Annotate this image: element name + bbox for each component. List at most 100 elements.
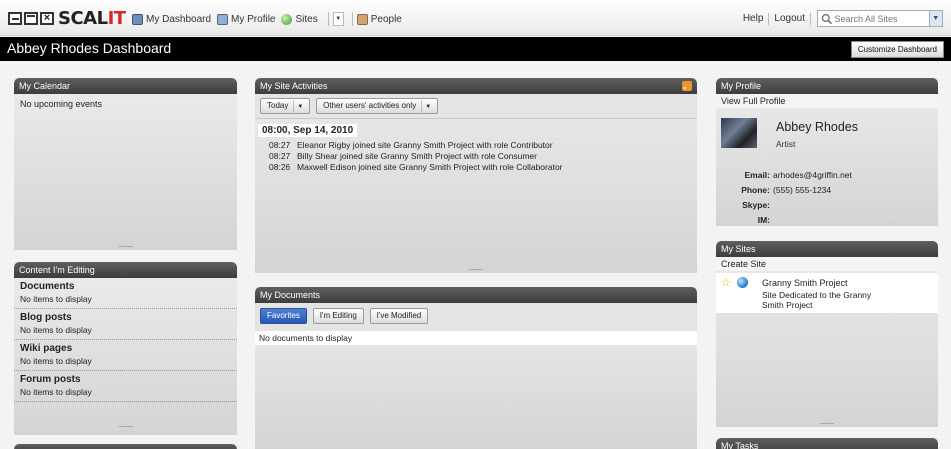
profile-field-label: Phone: bbox=[741, 185, 770, 195]
tab-im-editing[interactable]: I'm Editing bbox=[312, 308, 364, 324]
customize-dashboard-button[interactable]: Customize Dashboard bbox=[850, 41, 944, 58]
activities-range-label: Today bbox=[267, 101, 289, 110]
editing-section-heading: Documents bbox=[20, 281, 75, 292]
editing-section-blog-posts: Blog posts No items to display bbox=[14, 309, 237, 340]
site-globe-icon bbox=[737, 277, 748, 288]
rss-feed-icon[interactable] bbox=[682, 81, 692, 91]
partial-dashlet-header bbox=[14, 444, 237, 449]
logo-close-glyph: × bbox=[40, 11, 54, 25]
search-input[interactable] bbox=[832, 13, 929, 24]
activity-item: 08:27 Eleanor Rigby joined site Granny Sm… bbox=[255, 140, 697, 151]
my-calendar-dashlet: My Calendar No upcoming events bbox=[14, 78, 237, 250]
profile-field-label: Skype: bbox=[742, 200, 770, 210]
activity-text[interactable]: Billy Shear joined site Granny Smith Pro… bbox=[297, 151, 537, 161]
dashlet-resize-handle[interactable] bbox=[820, 423, 834, 424]
editing-section-status: No items to display bbox=[20, 356, 92, 366]
page-title: Abbey Rhodes Dashboard bbox=[7, 40, 172, 56]
dashlet-resize-handle[interactable] bbox=[118, 246, 133, 247]
nav-sites[interactable]: Sites bbox=[281, 13, 318, 25]
profile-field-label: Email: bbox=[744, 170, 770, 180]
help-link[interactable]: Help bbox=[743, 13, 764, 24]
nav-my-profile[interactable]: My Profile bbox=[217, 13, 276, 25]
logout-link[interactable]: Logout bbox=[774, 13, 805, 24]
editing-section-status: No items to display bbox=[20, 387, 92, 397]
nav-people-label: People bbox=[370, 13, 402, 25]
nav-people[interactable]: People bbox=[356, 13, 402, 25]
activities-user-filter-label: Other users' activities only bbox=[323, 101, 417, 110]
activities-range-dropdown[interactable]: Today ▼ bbox=[260, 98, 311, 114]
profile-im-row: IM: bbox=[726, 213, 852, 226]
activity-text[interactable]: Eleanor Rigby joined site Granny Smith P… bbox=[297, 140, 553, 150]
search-scope-dropdown[interactable]: ▼ bbox=[928, 11, 942, 26]
my-profile-dashlet: My Profile View Full Profile Abbey Rhode… bbox=[716, 78, 938, 226]
partial-dashlet-bottom-left bbox=[14, 444, 237, 449]
logo-wordmark-prefix: SCAL bbox=[58, 7, 108, 29]
activity-text[interactable]: Maxwell Edison joined site Granny Smith … bbox=[297, 162, 563, 172]
tab-ive-modified[interactable]: I've Modified bbox=[369, 308, 429, 324]
nav-my-profile-label: My Profile bbox=[231, 13, 276, 25]
avatar bbox=[721, 118, 757, 148]
tab-favorites[interactable]: Favorites bbox=[260, 308, 307, 324]
site-activities-dashlet: My Site Activities Today ▼ Other users' a… bbox=[255, 78, 697, 273]
chevron-down-icon: ▼ bbox=[932, 15, 940, 22]
content-editing-title: Content I'm Editing bbox=[14, 262, 237, 278]
editing-section-forum-posts: Forum posts No items to display bbox=[14, 371, 237, 402]
activity-time: 08:27 bbox=[269, 140, 291, 150]
profile-phone-row: Phone: (555) 555-1234 bbox=[726, 183, 852, 198]
search-icon bbox=[821, 13, 833, 24]
site-activities-title: My Site Activities bbox=[255, 78, 697, 94]
chevron-down-icon: ▼ bbox=[293, 100, 303, 114]
editing-section-heading: Wiki pages bbox=[20, 343, 73, 354]
dashlet-resize-handle[interactable] bbox=[118, 426, 133, 427]
nav-separator bbox=[810, 12, 811, 25]
sites-dropdown-button[interactable]: ▼ bbox=[332, 12, 344, 26]
app-nav: My Dashboard My Profile Sites ▼ People bbox=[132, 12, 408, 26]
dashboard-title-bar: Abbey Rhodes Dashboard Customize Dashboa… bbox=[0, 37, 951, 61]
my-tasks-dashlet: My Tasks bbox=[716, 438, 938, 449]
nav-my-dashboard[interactable]: My Dashboard bbox=[132, 13, 212, 25]
chevron-down-icon: ▼ bbox=[335, 16, 342, 22]
activity-time: 08:27 bbox=[269, 151, 291, 161]
editing-section-heading: Blog posts bbox=[20, 312, 72, 323]
content-editing-dashlet: Content I'm Editing Documents No items t… bbox=[14, 262, 237, 435]
dashlet-resize-handle[interactable] bbox=[469, 269, 483, 270]
activity-item: 08:27 Billy Shear joined site Granny Smit… bbox=[255, 151, 697, 162]
logo-maximize-glyph bbox=[24, 11, 38, 25]
create-site-link[interactable]: Create Site bbox=[716, 257, 938, 271]
activities-filter-bar: Today ▼ Other users' activities only ▼ bbox=[255, 94, 697, 119]
profile-icon bbox=[217, 13, 229, 25]
editing-section-wiki-pages: Wiki pages No items to display bbox=[14, 340, 237, 371]
logo-minimize-glyph bbox=[8, 11, 22, 25]
activity-time: 08:26 bbox=[269, 162, 291, 172]
dashboard-icon bbox=[132, 13, 143, 25]
activity-item: 08:26 Maxwell Edison joined site Granny S… bbox=[255, 162, 697, 173]
utility-nav: Help Logout ▼ bbox=[738, 10, 943, 27]
nav-my-dashboard-label: My Dashboard bbox=[146, 13, 212, 25]
favorite-star-icon[interactable]: ☆ bbox=[721, 276, 731, 289]
activities-user-filter-dropdown[interactable]: Other users' activities only ▼ bbox=[316, 98, 439, 114]
profile-email-value[interactable]: arhodes@4griffin.net bbox=[773, 170, 852, 180]
sites-globe-icon bbox=[281, 13, 293, 25]
editing-section-status: No items to display bbox=[20, 325, 92, 335]
my-profile-title: My Profile bbox=[716, 78, 938, 94]
my-tasks-title: My Tasks bbox=[716, 438, 938, 449]
my-sites-title: My Sites bbox=[716, 241, 938, 257]
documents-empty-text: No documents to display bbox=[255, 331, 697, 345]
app-logo[interactable]: × SCALIT bbox=[8, 7, 126, 29]
nav-sites-label: Sites bbox=[295, 13, 318, 25]
view-full-profile-link[interactable]: View Full Profile bbox=[716, 94, 938, 108]
chevron-down-icon: ▼ bbox=[421, 100, 431, 114]
profile-field-label: IM: bbox=[757, 215, 770, 225]
editing-section-status: No items to display bbox=[20, 294, 92, 304]
profile-skype-row: Skype: bbox=[726, 198, 852, 213]
nav-separator bbox=[351, 12, 353, 26]
list-item: ☆ Granny Smith Project Site Dedicated to… bbox=[716, 273, 938, 313]
profile-fields: Email: arhodes@4griffin.net Phone: (555) 5… bbox=[726, 168, 852, 226]
site-activities-title-text: My Site Activities bbox=[260, 81, 328, 91]
site-name-link[interactable]: Granny Smith Project bbox=[762, 278, 848, 288]
my-sites-dashlet: My Sites Create Site ☆ Granny Smith Proj… bbox=[716, 241, 938, 427]
documents-tab-bar: Favorites I'm Editing I've Modified bbox=[255, 303, 697, 331]
editing-section-heading: Forum posts bbox=[20, 374, 81, 385]
top-nav-bar: × SCALIT My Dashboard My Profile Sites ▼… bbox=[0, 0, 951, 36]
profile-role: Artist bbox=[776, 139, 796, 149]
